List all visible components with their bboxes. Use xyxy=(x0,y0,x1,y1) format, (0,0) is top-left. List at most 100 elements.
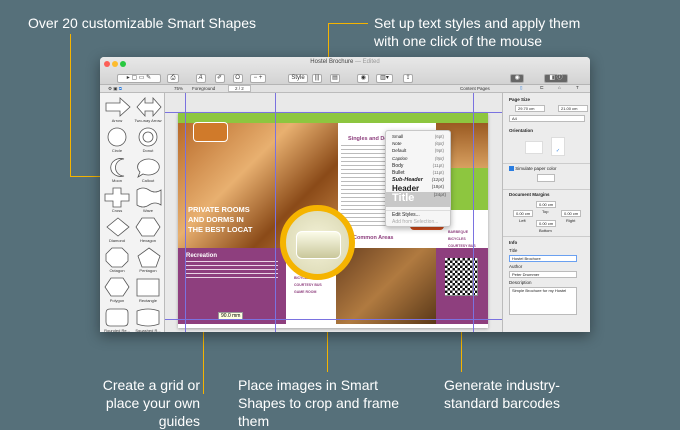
columns-icon: ||| xyxy=(312,74,322,83)
shape-label: Arrow xyxy=(111,118,123,123)
styles-button[interactable]: Style xyxy=(288,66,308,84)
page-field[interactable]: 2 / 2 xyxy=(228,85,251,92)
shape-label: Rounded Re... xyxy=(104,328,130,332)
simulate-paper-checkbox[interactable]: Simulate paper color xyxy=(509,166,557,172)
style-menu-item[interactable]: Title (24pt) xyxy=(386,192,450,207)
style-menu-item[interactable]: Small (6pt) xyxy=(392,134,448,139)
art-text-icon: O xyxy=(232,74,243,83)
top-margin-field[interactable]: 0.00 cm xyxy=(536,201,556,208)
annotation-images: Place images in Smart Shapes to crop and… xyxy=(238,377,400,429)
author-label: Author xyxy=(509,264,523,269)
shape-icon xyxy=(136,158,160,178)
annotation-barcodes: Generate industry-standard barcodes xyxy=(444,377,560,411)
object-inspector-tab[interactable]: ⌂ xyxy=(558,85,561,90)
shape-item[interactable]: Arrow xyxy=(103,97,131,123)
shape-label: Diamond xyxy=(108,238,125,243)
author-field[interactable]: Peter Drummer xyxy=(509,271,577,278)
shape-item[interactable]: Cross xyxy=(103,187,131,213)
style-menu-item[interactable]: Body (11pt) xyxy=(392,163,448,169)
window-title: Hostel Brochure xyxy=(310,59,354,65)
shape-item[interactable]: Two-way Arrow xyxy=(134,97,162,123)
shape-item[interactable]: Callout xyxy=(134,157,162,183)
zoom-icon: − + xyxy=(250,74,266,83)
shape-label: Hexagon xyxy=(139,238,156,243)
shape-label: Callout xyxy=(141,178,155,183)
common-heading: Common Areas xyxy=(353,235,394,241)
style-size: (9pt) xyxy=(434,155,444,161)
annotation-line xyxy=(328,23,368,24)
title-field[interactable]: Hostel Brochure xyxy=(509,255,577,262)
style-name: Note xyxy=(392,141,402,147)
edit-styles-item[interactable]: Edit Styles... xyxy=(392,212,448,218)
shape-item[interactable]: Wave xyxy=(134,187,162,213)
amenity-item: BICYCLES xyxy=(448,237,466,241)
paper-size-select[interactable]: A4 xyxy=(509,115,585,122)
text-inspector-tab[interactable]: T xyxy=(576,85,579,90)
guide-line[interactable] xyxy=(165,319,502,320)
zoom-select[interactable]: 75% xyxy=(174,86,183,91)
shape-item[interactable]: Diamond xyxy=(103,217,131,243)
shape-item[interactable]: Rectangle xyxy=(134,277,162,303)
right-margin-field[interactable]: 0.00 cm xyxy=(561,210,581,217)
shape-item[interactable]: Octagon xyxy=(103,247,131,273)
shape-label: Circle xyxy=(111,148,123,153)
landscape-option[interactable] xyxy=(525,141,543,154)
shape-item[interactable]: Squashed R... xyxy=(134,307,162,332)
layout-inspector-tab[interactable]: ⊏ xyxy=(540,85,544,91)
guide-line[interactable] xyxy=(473,93,474,332)
add-from-selection-item[interactable]: Add from Selection... xyxy=(392,219,448,225)
shape-label: Wave xyxy=(142,208,154,213)
shape-icon xyxy=(104,277,129,297)
style-menu-item[interactable]: Bullet (11pt) xyxy=(392,170,448,176)
portrait-option[interactable]: ✓ xyxy=(551,137,565,156)
bottom-margin-field[interactable]: 0.00 cm xyxy=(536,220,556,227)
shape-item[interactable]: Circle xyxy=(103,127,131,153)
annotation-line xyxy=(70,34,71,176)
left-margin-field[interactable]: 0.00 cm xyxy=(513,210,533,217)
shape-item[interactable]: Polygon xyxy=(103,277,131,303)
description-field[interactable]: Simple Brochure for my Hostel xyxy=(509,287,577,315)
recreation-heading: Recreation xyxy=(186,253,218,259)
columns-button[interactable]: ||| xyxy=(312,66,322,84)
amenity-item: BARBEQUE xyxy=(448,230,469,234)
style-menu-item[interactable]: Note (6pt) xyxy=(392,141,448,146)
paper-color-well[interactable] xyxy=(537,174,555,182)
shape-item[interactable]: Pentagon xyxy=(134,247,162,273)
style-menu-item[interactable]: Sub-Header (12pt) xyxy=(392,177,448,183)
shape-label: Cross xyxy=(111,208,123,213)
page-width-field[interactable]: 29.70 cm xyxy=(515,105,545,112)
style-menu-item[interactable]: Default (9pt) xyxy=(392,148,448,153)
headline: PRIVATE ROOMS AND DORMS IN THE BEST LOCA… xyxy=(188,205,253,234)
layout-button[interactable]: ▤ xyxy=(330,66,340,84)
shapes-library: Arrow Two-way Arrow Circle Donut Moon Callout… xyxy=(100,93,165,332)
print-icon: ⎙ xyxy=(167,74,179,83)
shape-item[interactable]: Rounded Re... xyxy=(103,307,131,332)
shape-item[interactable]: Donut xyxy=(134,127,162,153)
shape-icon xyxy=(135,217,160,237)
cup-image xyxy=(296,231,341,259)
shape-item[interactable]: Moon xyxy=(103,157,131,183)
layer-select[interactable]: Foreground xyxy=(192,86,215,91)
style-size: (18pt) xyxy=(431,184,444,190)
guide-line[interactable] xyxy=(165,112,502,113)
eye-icon: ◉ xyxy=(510,74,525,83)
page-height-field[interactable]: 21.00 cm xyxy=(558,105,588,112)
barcode-icon: ▥▾ xyxy=(376,74,393,83)
document-inspector-tab[interactable]: ▯ xyxy=(520,85,522,91)
shape-icon xyxy=(105,97,131,117)
page-size-heading: Page Size xyxy=(509,97,531,102)
layout-icon: ▤ xyxy=(330,74,340,83)
shape-tabs[interactable]: ⚙ ▣ ⧉ xyxy=(108,86,122,92)
shape-icon xyxy=(136,308,159,327)
shape-icon xyxy=(104,187,129,208)
info-heading: Info xyxy=(509,240,518,245)
style-menu-item[interactable]: Caption (9pt) xyxy=(392,156,448,161)
bottom-label: Bottom xyxy=(539,228,552,233)
shape-icon xyxy=(109,158,124,177)
annotation-styles: Set up text styles and apply them with o… xyxy=(374,15,581,49)
guide-line[interactable] xyxy=(275,93,276,332)
content-pages-select[interactable]: Content Pages xyxy=(460,86,490,91)
guide-line[interactable] xyxy=(185,93,186,332)
orientation-heading: Orientation xyxy=(509,128,534,133)
shape-item[interactable]: Hexagon xyxy=(134,217,162,243)
